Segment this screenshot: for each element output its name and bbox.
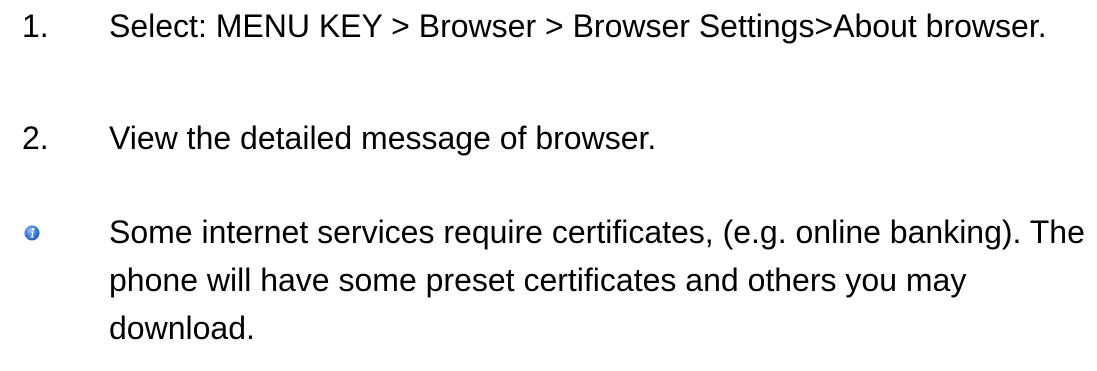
step-text: Select: MENU KEY > Browser > Browser Set…	[109, 8, 1047, 44]
document-page: 1. Select: MENU KEY > Browser > Browser …	[0, 0, 1097, 371]
step-number: 2.	[22, 120, 49, 156]
note-text: Some internet services require certifica…	[109, 214, 1085, 346]
step-number: 1.	[22, 8, 49, 44]
info-icon	[24, 225, 40, 241]
step-text: View the detailed message of browser.	[109, 120, 657, 156]
